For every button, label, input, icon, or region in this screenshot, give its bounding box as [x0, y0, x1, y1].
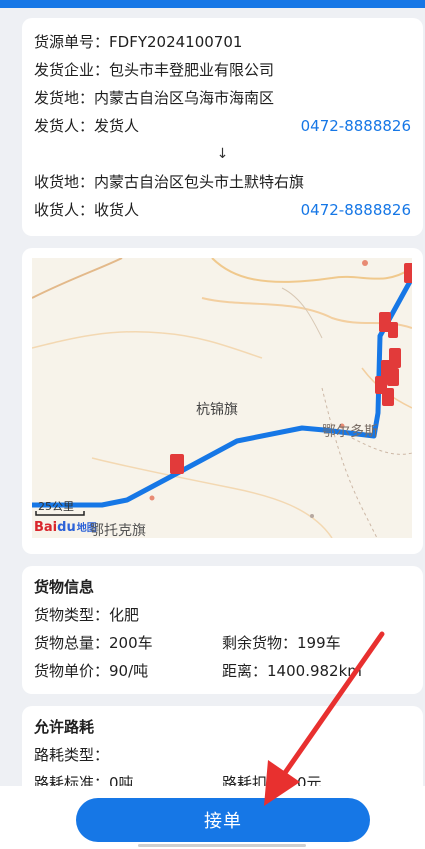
baidu-logo-bai: Bai [34, 520, 58, 535]
map-label-etuokeqi: 鄂托克旗 [90, 523, 146, 538]
shipper-label: 发货人： [34, 117, 95, 135]
accept-order-button[interactable]: 接单 [76, 798, 370, 842]
route-map[interactable]: 杭锦旗 鄂尔多斯 25公里 Baidu地图 鄂托克旗 [32, 258, 412, 538]
goods-info-card: 货物信息 货物类型：化肥 货物总量：200车 剩余货物：199车 货物单价：90… [22, 566, 423, 694]
loss-type-label: 路耗类型： [34, 746, 110, 764]
bottom-action-bar: 接单 [0, 786, 425, 849]
company-row: 发货企业：包头市丰登肥业有限公司 [34, 58, 411, 82]
goods-total-row: 货物总量：200车 [34, 632, 153, 653]
shipper-row: 发货人：发货人 0472-8888826 [34, 114, 411, 138]
arrow-down-icon: ↓ [216, 146, 229, 162]
goods-remaining-value: 199车 [297, 634, 341, 652]
map-label-hangjinqi: 杭锦旗 [196, 402, 238, 418]
receiver-value: 收货人 [94, 201, 140, 219]
goods-type-label: 货物类型： [34, 606, 110, 624]
map-card: 杭锦旗 鄂尔多斯 25公里 Baidu地图 鄂托克旗 [22, 248, 423, 554]
origin-label: 发货地： [34, 89, 95, 107]
receiver-row: 收货人：收货人 0472-8888826 [34, 198, 411, 222]
baidu-logo-du: du [57, 520, 76, 535]
baidu-map-logo: Baidu地图 [34, 519, 97, 535]
loss-type-row: 路耗类型： [34, 744, 109, 765]
shipment-card: 货源单号：FDFY2024100701 发货企业：包头市丰登肥业有限公司 发货地… [22, 18, 423, 236]
goods-price-value: 90/吨 [109, 662, 149, 680]
goods-type-row: 货物类型：化肥 [34, 604, 139, 625]
goods-remaining-row: 剩余货物：199车 [222, 632, 341, 653]
destination-value: 内蒙古自治区包头市土默特右旗 [94, 173, 305, 191]
goods-distance-value: 1400.982km [267, 662, 362, 680]
source-number-row: 货源单号：FDFY2024100701 [34, 30, 411, 54]
goods-remaining-label: 剩余货物： [222, 634, 298, 652]
goods-info-title: 货物信息 [34, 578, 95, 596]
direction-row: ↓ [34, 142, 411, 166]
goods-price-label: 货物单价： [34, 662, 110, 680]
loss-info-title: 允许路耗 [34, 718, 95, 736]
origin-value: 内蒙古自治区乌海市海南区 [94, 89, 275, 107]
shipper-phone-link[interactable]: 0472-8888826 [301, 114, 411, 138]
receiver-label: 收货人： [34, 201, 95, 219]
origin-row: 发货地：内蒙古自治区乌海市海南区 [34, 86, 411, 110]
goods-total-value: 200车 [109, 634, 153, 652]
home-indicator [138, 844, 306, 847]
map-canvas [32, 258, 412, 538]
company-label: 发货企业： [34, 61, 110, 79]
map-label-eerduosi: 鄂尔多斯 [322, 424, 378, 440]
goods-price-row: 货物单价：90/吨 [34, 660, 148, 681]
source-number-label: 货源单号： [34, 33, 110, 51]
top-status-bar [0, 0, 425, 8]
destination-label: 收货地： [34, 173, 95, 191]
shipper-value: 发货人 [94, 117, 140, 135]
goods-distance-row: 距离：1400.982km [222, 660, 362, 681]
goods-type-value: 化肥 [109, 606, 140, 624]
source-number-value: FDFY2024100701 [109, 33, 243, 51]
destination-row: 收货地：内蒙古自治区包头市土默特右旗 [34, 170, 411, 194]
goods-total-label: 货物总量： [34, 634, 110, 652]
receiver-phone-link[interactable]: 0472-8888826 [301, 198, 411, 222]
map-scale-label: 25公里 [38, 500, 74, 513]
company-value: 包头市丰登肥业有限公司 [109, 61, 275, 79]
goods-distance-label: 距离： [222, 662, 268, 680]
